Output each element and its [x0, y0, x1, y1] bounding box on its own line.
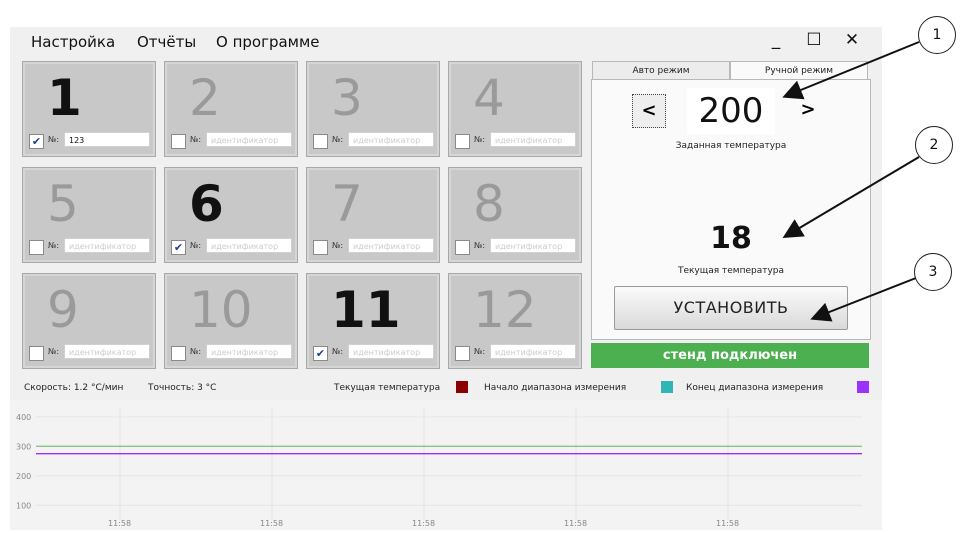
- callout-arrows: [782, 41, 920, 322]
- callout-3: 3: [914, 253, 952, 291]
- callout-arrow-2: [782, 156, 920, 239]
- callout-1: 1: [918, 16, 956, 54]
- callout-arrow-1: [782, 41, 920, 100]
- callout-2: 2: [915, 126, 953, 164]
- callout-arrow-3: [810, 277, 917, 322]
